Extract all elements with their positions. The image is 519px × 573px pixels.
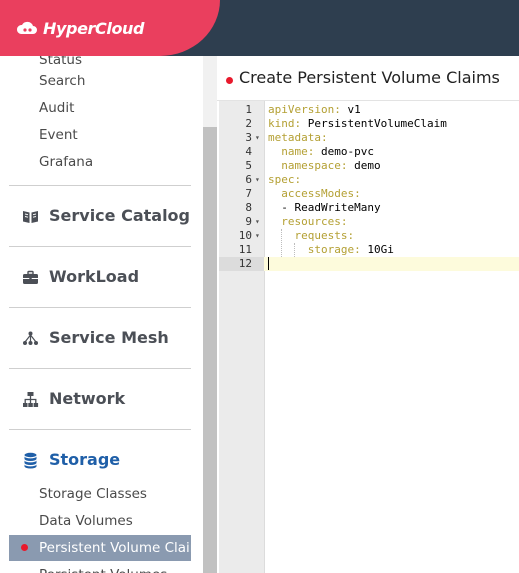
- editor-line[interactable]: 2 kind: PersistentVolumeClaim: [219, 117, 519, 131]
- fold-arrow-icon[interactable]: ▾: [255, 229, 262, 243]
- sidebar: Status Search Audit Event Grafana Servic…: [0, 56, 203, 573]
- mesh-icon: [23, 331, 38, 345]
- code-text: storage: 10Gi: [268, 243, 394, 257]
- code-text: metadata:: [268, 131, 328, 145]
- page-header: Create Persistent Volume Claims: [217, 56, 519, 101]
- line-number: 6: [245, 173, 252, 186]
- code-text: - ReadWriteMany: [268, 201, 381, 215]
- yaml-value: PersistentVolumeClaim: [301, 117, 447, 130]
- code-text: name: demo-pvc: [268, 145, 374, 159]
- cloud-icon: [16, 21, 37, 34]
- line-number: 3: [245, 131, 252, 144]
- sidebar-item-grafana[interactable]: Grafana: [39, 150, 93, 174]
- indent-guide: [294, 243, 295, 257]
- editor-line[interactable]: 10 ▾ requests:: [219, 229, 519, 243]
- yaml-value: 10Gi: [360, 243, 394, 256]
- editor-line[interactable]: 8 - ReadWriteMany: [219, 201, 519, 215]
- yaml-key: name:: [268, 145, 315, 158]
- section-service-catalog[interactable]: Service Catalog: [0, 196, 200, 236]
- line-number: 12: [219, 257, 264, 271]
- sidebar-item-storage-classes[interactable]: Storage Classes: [39, 482, 147, 506]
- code-text: accessModes:: [268, 187, 361, 201]
- briefcase-icon: [23, 270, 38, 284]
- divider: [9, 185, 191, 186]
- sidebar-item-search[interactable]: Search: [39, 69, 85, 93]
- section-service-mesh[interactable]: Service Mesh: [0, 318, 200, 358]
- active-dot-icon: [21, 544, 28, 551]
- yaml-key: metadata:: [268, 131, 328, 144]
- title-dot-icon: [226, 77, 233, 84]
- code-text: kind: PersistentVolumeClaim: [268, 117, 447, 131]
- yaml-value: - ReadWriteMany: [268, 201, 381, 214]
- sidebar-item-audit[interactable]: Audit: [39, 96, 74, 120]
- section-label: Network: [49, 389, 126, 408]
- editor-line[interactable]: 9 ▾ resources:: [219, 215, 519, 229]
- sidebar-scrollbar-thumb[interactable]: [203, 127, 217, 573]
- database-icon: [24, 452, 37, 469]
- top-header: HyperCloud: [0, 0, 519, 56]
- editor-line[interactable]: 5 namespace: demo: [219, 159, 519, 173]
- divider: [9, 429, 191, 430]
- line-number: 10: [238, 229, 252, 242]
- divider: [9, 246, 191, 247]
- divider: [9, 368, 191, 369]
- yaml-key: apiVersion:: [268, 103, 341, 116]
- yaml-value: demo: [347, 159, 381, 172]
- editor-line[interactable]: 4 name: demo-pvc: [219, 145, 519, 159]
- line-number: 5: [245, 159, 252, 172]
- page-title: Create Persistent Volume Claims: [239, 68, 500, 87]
- fold-arrow-icon[interactable]: ▾: [255, 173, 262, 187]
- section-label: Storage: [49, 450, 121, 469]
- code-text: apiVersion: v1: [268, 103, 361, 117]
- yaml-editor[interactable]: 1 apiVersion: v1 2 kind: PersistentVolumeCl…: [219, 101, 519, 573]
- fold-arrow-icon[interactable]: ▾: [255, 215, 262, 229]
- network-icon: [23, 392, 39, 407]
- yaml-key: accessModes:: [268, 187, 361, 200]
- sidebar-item-persistent-volume-claims[interactable]: Persistent Volume Claims: [9, 535, 191, 561]
- code-text: resources:: [268, 215, 347, 229]
- main-content: Create Persistent Volume Claims 1 apiVers…: [217, 56, 519, 573]
- sidebar-item-event[interactable]: Event: [39, 123, 78, 147]
- brand-name: HyperCloud: [43, 18, 145, 38]
- section-label: WorkLoad: [49, 267, 140, 286]
- editor-line[interactable]: 3 ▾ metadata:: [219, 131, 519, 145]
- line-number: 7: [245, 187, 252, 200]
- sidebar-item-persistent-volumes[interactable]: Persistent Volumes: [39, 563, 167, 573]
- yaml-value: demo-pvc: [314, 145, 374, 158]
- line-number: 8: [245, 201, 252, 214]
- fold-arrow-icon[interactable]: ▾: [255, 131, 262, 145]
- brand-logo[interactable]: HyperCloud: [16, 15, 144, 41]
- section-label: Service Mesh: [49, 328, 169, 347]
- yaml-value: v1: [340, 103, 361, 116]
- yaml-key: spec:: [268, 173, 302, 186]
- book-icon: [23, 211, 38, 223]
- yaml-key: namespace:: [268, 159, 348, 172]
- editor-line[interactable]: 11 storage: 10Gi: [219, 243, 519, 257]
- text-cursor: [268, 257, 269, 270]
- editor-line[interactable]: 1 apiVersion: v1: [219, 103, 519, 117]
- section-network[interactable]: Network: [0, 379, 200, 419]
- sidebar-item-data-volumes[interactable]: Data Volumes: [39, 509, 133, 533]
- code-text: namespace: demo: [268, 159, 381, 173]
- line-number: 9: [245, 215, 252, 228]
- yaml-key: resources:: [268, 215, 348, 228]
- editor-line[interactable]: 7 accessModes:: [219, 187, 519, 201]
- line-number: 11: [238, 243, 252, 256]
- indent-guide: [281, 229, 282, 257]
- line-number: 1: [245, 103, 252, 116]
- section-storage[interactable]: Storage: [0, 440, 200, 480]
- section-workload[interactable]: WorkLoad: [0, 257, 200, 297]
- editor-line[interactable]: 6 ▾ spec:: [219, 173, 519, 187]
- line-number: 4: [245, 145, 252, 158]
- divider: [9, 307, 191, 308]
- sidebar-item-label: Persistent Volume Claims: [39, 540, 191, 556]
- code-text: spec:: [268, 173, 301, 187]
- line-number: 2: [245, 117, 252, 130]
- yaml-key: kind:: [268, 117, 302, 130]
- editor-line[interactable]: 12: [219, 257, 519, 271]
- section-label: Service Catalog: [49, 206, 190, 225]
